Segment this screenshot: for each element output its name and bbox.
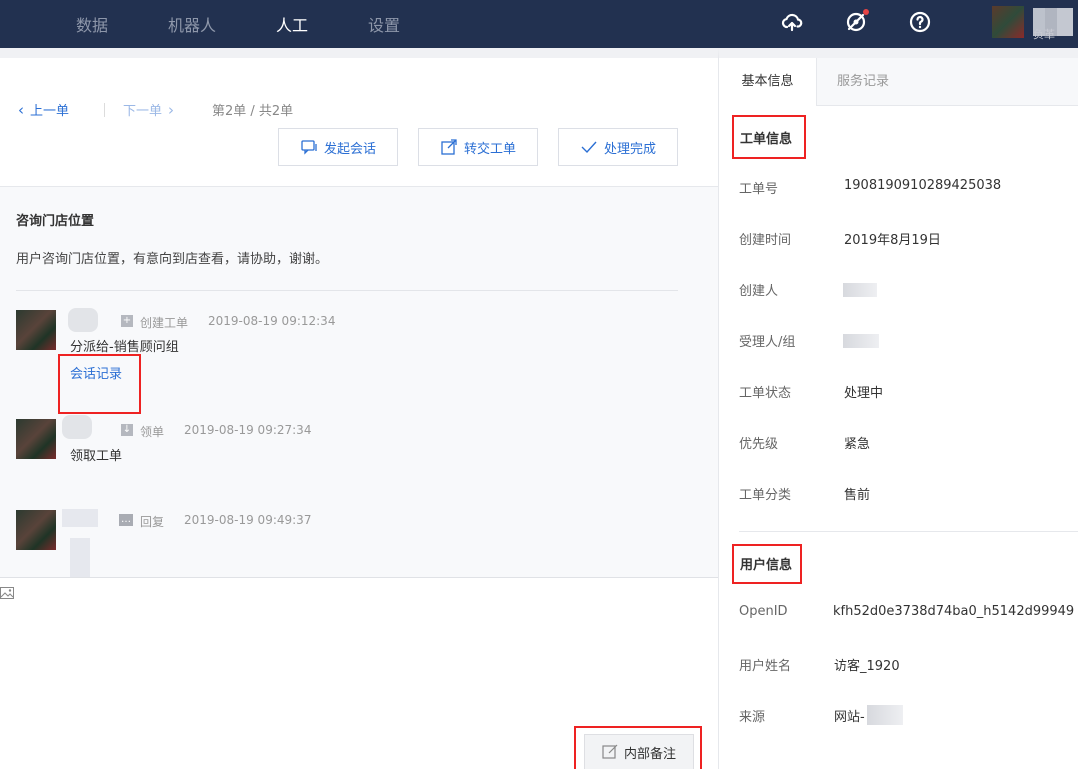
field-label: 工单分类 [739,488,792,503]
field-label: OpenID [739,604,788,619]
prev-ticket-link[interactable]: ‹ 上一单 [18,100,69,119]
field-label: 用户姓名 [739,659,792,674]
field-label: 工单状态 [739,386,792,401]
log-type: 创建工单 [140,316,189,330]
log-author-blurred [62,415,92,439]
log-avatar [16,510,56,550]
transfer-ticket-label: 转交工单 [463,141,516,157]
ticket-number-value: 1908190910289425038 [844,178,1002,193]
user-name-value: 访客_1920 [834,659,900,674]
log-time: 2019-08-19 09:49:37 [184,513,312,527]
field-label: 创建时间 [739,233,792,248]
complete-ticket-label: 处理完成 [603,141,656,157]
log-avatar [16,310,56,350]
highlight-box-user-info [732,544,802,584]
user-avatar[interactable] [992,6,1024,38]
start-chat-label: 发起会话 [323,141,376,157]
reply-area[interactable]: 内部备注 [0,577,718,769]
notification-off-icon[interactable] [844,9,869,34]
log-time: 2019-08-19 09:27:34 [184,423,312,437]
log-text: 分派给-销售顾问组 [70,340,179,355]
chat-icon [301,140,317,155]
chevron-left-icon: ‹ [18,101,24,119]
user-role: 负革 [1033,28,1055,41]
log-type: 回复 [140,515,165,529]
image-upload-icon[interactable] [0,586,14,600]
reply-icon: … [119,514,133,526]
field-label: 受理人/组 [739,335,796,350]
prev-ticket-label: 上一单 [30,104,70,119]
check-icon [581,141,597,154]
ticket-main-panel: ‹ 上一单 下一单 › 第2单 / 共2单 发起会话 转交工单 处理完成 咨询门店位… [0,48,718,769]
create-ticket-icon: + [121,315,133,327]
tab-basic-info[interactable]: 基本信息 [719,58,817,106]
highlight-box-ticket-info [732,115,806,159]
content-divider [16,290,678,291]
cloud-upload-icon[interactable] [780,10,804,34]
transfer-icon [441,139,457,155]
pager-separator [104,103,105,117]
claim-ticket-icon: ↓ [121,424,133,436]
log-avatar [16,419,56,459]
transfer-ticket-button[interactable]: 转交工单 [418,128,538,166]
tab-service-records[interactable]: 服务记录 [817,58,1078,106]
start-chat-button[interactable]: 发起会话 [278,128,398,166]
priority-value: 紧急 [844,437,871,452]
highlight-box-internal-note [574,726,702,769]
help-icon[interactable] [908,10,932,34]
highlight-box-chat-record [58,354,141,414]
field-label: 创建人 [739,284,779,299]
top-nav: 数据 机器人 人工 设置 负革 [0,0,1078,48]
ticket-count: 第2单 / 共2单 [212,104,294,119]
log-author-blurred [68,308,98,332]
source-value-blurred [867,705,903,725]
log-text: 领取工单 [70,449,123,464]
log-author-blurred [62,509,98,527]
section-divider [739,531,1078,532]
openid-value: kfh52d0e3738d74ba0_h5142d99949 [833,604,1075,619]
ticket-title: 咨询门店位置 [16,214,95,229]
log-time: 2019-08-19 09:12:34 [208,314,336,328]
assignee-value-blurred [843,334,879,348]
reply-content-blurred [70,538,90,577]
ticket-info-panel: 基本信息 服务记录 工单信息 工单号 1908190910289425038 创… [718,48,1078,769]
created-time-value: 2019年8月19日 [844,233,941,248]
nav-item-settings[interactable]: 设置 [368,12,400,36]
ticket-description: 用户咨询门店位置，有意向到店查看，请协助，谢谢。 [16,252,329,267]
nav-item-robot[interactable]: 机器人 [168,12,216,36]
field-label: 优先级 [739,437,779,452]
field-label: 工单号 [739,182,779,197]
creator-value-blurred [843,283,877,297]
field-label: 来源 [739,710,766,725]
unread-dot [863,9,869,15]
nav-item-data[interactable]: 数据 [76,12,108,36]
next-ticket-link[interactable]: 下一单 › [123,100,180,119]
chevron-right-icon: › [168,101,175,119]
status-value: 处理中 [844,386,884,401]
nav-item-manual[interactable]: 人工 [276,12,308,36]
category-value: 售前 [844,488,871,503]
next-ticket-label: 下一单 [123,104,163,119]
source-value: 网站- [834,710,865,725]
complete-ticket-button[interactable]: 处理完成 [558,128,678,166]
log-type: 领单 [140,425,165,439]
